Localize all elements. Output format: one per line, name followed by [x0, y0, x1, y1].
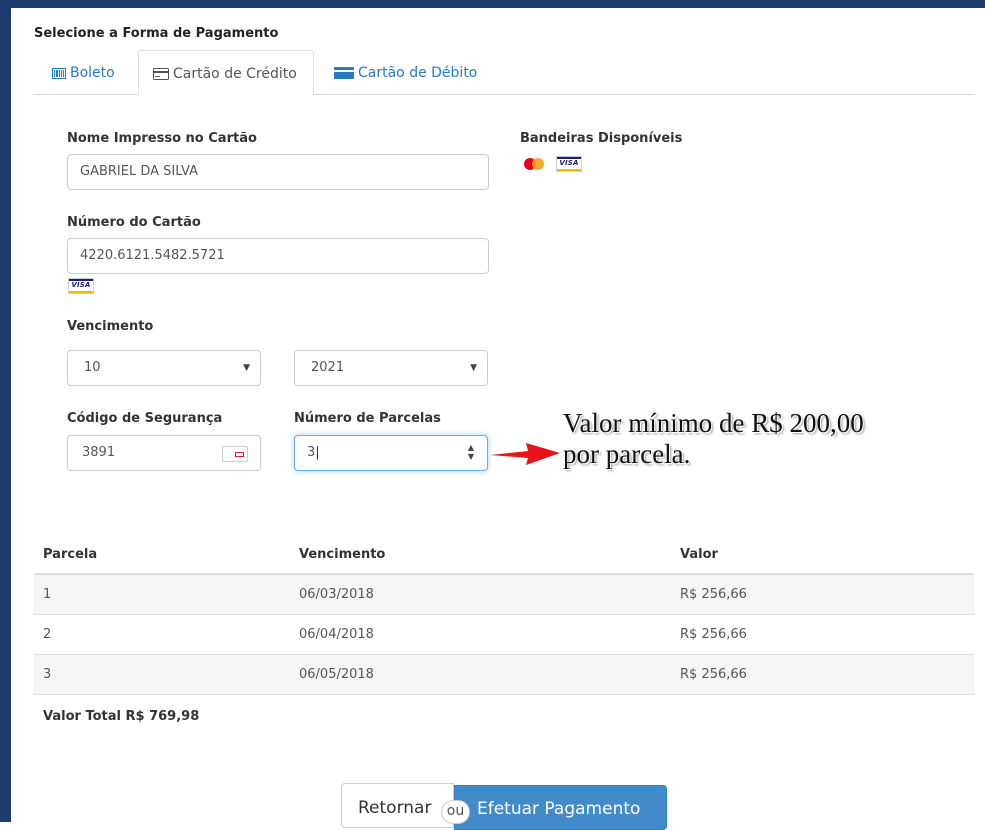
pay-button-label: Efetuar Pagamento — [477, 799, 641, 819]
cell-vencimento: 06/03/2018 — [290, 573, 671, 614]
expiry-year-select[interactable]: 2021 ▼ — [294, 350, 488, 386]
debit-card-icon — [334, 67, 354, 83]
spinner-icon[interactable]: ▲ ▼ — [468, 443, 474, 461]
cell-valor: R$ 256,66 — [671, 653, 974, 695]
or-separator: ou — [441, 800, 470, 824]
cell-parcela: 1 — [34, 573, 290, 614]
expiry-month-value: 10 — [84, 360, 101, 375]
tab-boleto[interactable]: Boleto — [34, 50, 138, 95]
column-header-parcela: Parcela — [34, 536, 290, 575]
cvv-input[interactable]: 3891 — [67, 435, 261, 471]
card-number-label: Número do Cartão — [67, 215, 201, 230]
credit-card-icon — [153, 68, 169, 84]
cell-parcela: 3 — [34, 653, 290, 695]
cell-parcela: 2 — [34, 613, 290, 654]
brands-label: Bandeiras Disponíveis — [520, 131, 683, 146]
table-row: 3 06/05/2018 R$ 256,66 — [34, 653, 974, 695]
tab-label: Cartão de Crédito — [173, 66, 297, 82]
tab-credit-card[interactable]: Cartão de Crédito — [138, 50, 314, 96]
window-left-border — [0, 0, 11, 822]
visa-icon-text: VISA — [71, 281, 91, 289]
section-title: Selecione a Forma de Pagamento — [34, 26, 279, 41]
table-row: 2 06/04/2018 R$ 256,66 — [34, 613, 974, 654]
expiry-year-value: 2021 — [311, 360, 345, 375]
detected-visa-icon: VISA — [68, 278, 94, 294]
tab-label: Boleto — [70, 65, 115, 81]
cvv-label: Código de Segurança — [67, 411, 223, 426]
annotation-line-2: por parcela. — [563, 439, 691, 469]
mastercard-icon — [522, 157, 546, 171]
tab-debit-card[interactable]: Cartão de Débito — [316, 50, 486, 95]
visa-icon-text: VISA — [559, 159, 579, 167]
red-arrow-icon — [490, 443, 560, 465]
column-header-valor: Valor — [671, 536, 974, 575]
cell-valor: R$ 256,66 — [671, 613, 974, 654]
column-header-vencimento: Vencimento — [290, 536, 671, 575]
expiry-label: Vencimento — [67, 319, 154, 334]
name-label: Nome Impresso no Cartão — [67, 131, 257, 146]
installments-label: Número de Parcelas — [294, 411, 441, 426]
cardholder-name-input[interactable]: GABRIEL DA SILVA — [67, 154, 489, 190]
visa-icon: VISA — [556, 156, 582, 172]
annotation-note: Valor mínimo de R$ 200,00 por parcela. — [563, 408, 973, 470]
barcode-icon — [52, 67, 66, 83]
return-button[interactable]: Retornar — [341, 783, 454, 828]
card-security-code-icon — [222, 446, 248, 462]
table-row: 1 06/03/2018 R$ 256,66 — [34, 573, 974, 614]
expiry-month-select[interactable]: 10 ▼ — [67, 350, 261, 386]
installments-table: Parcela Vencimento Valor 1 06/03/2018 R$… — [34, 536, 974, 695]
return-button-label: Retornar — [358, 798, 432, 818]
cell-valor: R$ 256,66 — [671, 573, 974, 614]
cvv-value: 3891 — [82, 445, 116, 460]
annotation-line-1: Valor mínimo de R$ 200,00 — [563, 408, 864, 438]
installments-input[interactable]: 3| ▲ ▼ — [294, 435, 488, 471]
window-top-border — [0, 0, 985, 8]
cell-vencimento: 06/05/2018 — [290, 653, 671, 695]
total-value: Valor Total R$ 769,98 — [43, 709, 200, 724]
card-number-input[interactable]: 4220.6121.5482.5721 — [67, 238, 489, 274]
cardholder-name-value: GABRIEL DA SILVA — [80, 164, 199, 179]
tab-label: Cartão de Débito — [358, 65, 478, 81]
cell-vencimento: 06/04/2018 — [290, 613, 671, 654]
chevron-down-icon: ▼ — [243, 363, 250, 373]
chevron-down-icon: ▼ — [470, 363, 477, 373]
card-number-value: 4220.6121.5482.5721 — [80, 248, 225, 263]
payment-tabs: Boleto Cartão de Crédito Cartão de Débit… — [34, 50, 974, 96]
pay-button[interactable]: Efetuar Pagamento — [454, 785, 667, 830]
